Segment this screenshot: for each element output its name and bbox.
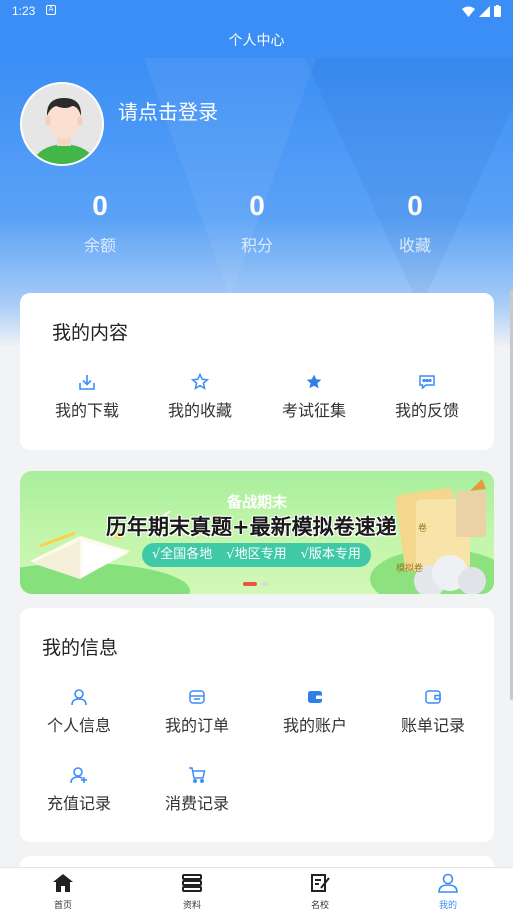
avatar-icon: [22, 84, 102, 164]
hero-decoration: [140, 58, 320, 298]
recharge-records-item[interactable]: 充值记录: [24, 766, 134, 814]
nav-materials[interactable]: 资料: [162, 873, 222, 911]
banner-tag: √地区专用: [226, 547, 287, 562]
stat-label: 积分: [240, 236, 273, 255]
item-label: 我的反馈: [394, 401, 459, 420]
nav-label: 名校: [310, 901, 329, 911]
download-icon: [79, 375, 95, 390]
banner-headline: 历年期末真题+最新模拟卷速递: [106, 515, 397, 539]
app-header: 1:23 A 个人中心: [0, 0, 513, 58]
battery-icon: [494, 5, 501, 17]
item-label: 个人信息: [46, 716, 111, 735]
item-label: 我的账户: [282, 716, 347, 735]
page-title: 个人中心: [228, 33, 285, 49]
book-label: 模拟卷: [396, 564, 424, 574]
personal-info-item[interactable]: 个人信息: [24, 688, 134, 736]
banner-subtitle: 备战期末: [226, 493, 287, 511]
banner-tags: √全国各地 √地区专用 √版本专用: [142, 543, 371, 567]
stat-label: 余额: [83, 236, 116, 255]
promo-banner[interactable]: 备战期末 历年期末真题+最新模拟卷速递 √全国各地 √地区专用 √版本专用 卷 …: [20, 471, 494, 594]
carousel-dot[interactable]: [262, 582, 268, 586]
spending-records-item[interactable]: 消费记录: [142, 766, 252, 814]
status-bar: 1:23 A: [0, 0, 513, 22]
my-favorites-item[interactable]: 我的收藏: [145, 373, 255, 421]
home-icon: [53, 874, 73, 892]
my-orders-item[interactable]: 我的订单: [142, 688, 252, 736]
my-downloads-item[interactable]: 我的下载: [32, 373, 142, 421]
book-label: 卷: [418, 524, 428, 534]
bill-records-item[interactable]: 账单记录: [378, 688, 488, 736]
wifi-icon: [462, 6, 475, 17]
my-info-card: 我的信息 个人信息 我的订单 我的账户 账单记录 充值记录 消费记录: [20, 608, 494, 842]
exam-collection-item[interactable]: 考试征集: [259, 373, 369, 421]
item-label: 充值记录: [46, 794, 111, 813]
nav-label: 我的: [438, 901, 457, 911]
profile-icon: [438, 873, 458, 893]
my-account-item[interactable]: 我的账户: [260, 688, 370, 736]
notification-icon: A: [46, 5, 56, 15]
signal-icon: [479, 5, 490, 17]
hero-decoration: [300, 58, 513, 308]
chat-icon: [419, 375, 435, 390]
nav-schools[interactable]: 名校: [290, 873, 350, 911]
status-icons: [462, 5, 501, 17]
star-filled-icon: [306, 374, 322, 389]
login-prompt[interactable]: 请点击登录: [118, 96, 218, 125]
nav-label: 资料: [182, 901, 201, 911]
my-feedback-item[interactable]: 我的反馈: [372, 373, 482, 421]
carousel-dot-active[interactable]: [243, 582, 257, 586]
banner-tag: √版本专用: [300, 547, 361, 562]
item-label: 我的订单: [164, 716, 229, 735]
materials-icon: [182, 874, 202, 892]
card-title: 我的内容: [52, 322, 129, 344]
school-icon: [311, 874, 330, 892]
stat-favorites[interactable]: 0 收藏: [355, 190, 475, 256]
nav-label: 首页: [53, 901, 72, 911]
nav-mine[interactable]: 我的: [418, 873, 478, 911]
stat-points[interactable]: 0 积分: [197, 190, 317, 256]
status-time: 1:23: [12, 4, 36, 18]
my-content-card: 我的内容 我的下载 我的收藏 考试征集 我的反馈: [20, 293, 494, 450]
stat-value: 0: [92, 190, 108, 221]
item-label: 我的收藏: [167, 401, 232, 420]
bill-icon: [425, 690, 441, 704]
bottom-navigation: 首页 资料 名校 我的: [0, 867, 513, 912]
stat-balance[interactable]: 0 余额: [40, 190, 160, 256]
stat-value: 0: [407, 190, 423, 221]
cart-icon: [189, 767, 206, 783]
order-icon: [189, 690, 205, 704]
item-label: 消费记录: [164, 794, 229, 813]
item-label: 账单记录: [400, 716, 465, 735]
star-outline-icon: [191, 373, 209, 390]
item-label: 考试征集: [281, 401, 346, 420]
banner-tag: √全国各地: [152, 547, 213, 562]
avatar[interactable]: [20, 82, 104, 166]
user-icon: [71, 689, 87, 706]
wallet-icon: [308, 691, 322, 703]
item-label: 我的下载: [54, 401, 119, 420]
nav-home[interactable]: 首页: [33, 873, 93, 911]
stat-label: 收藏: [398, 236, 431, 255]
stat-value: 0: [249, 190, 265, 221]
user-add-icon: [70, 767, 87, 784]
card-title: 我的信息: [42, 637, 119, 659]
